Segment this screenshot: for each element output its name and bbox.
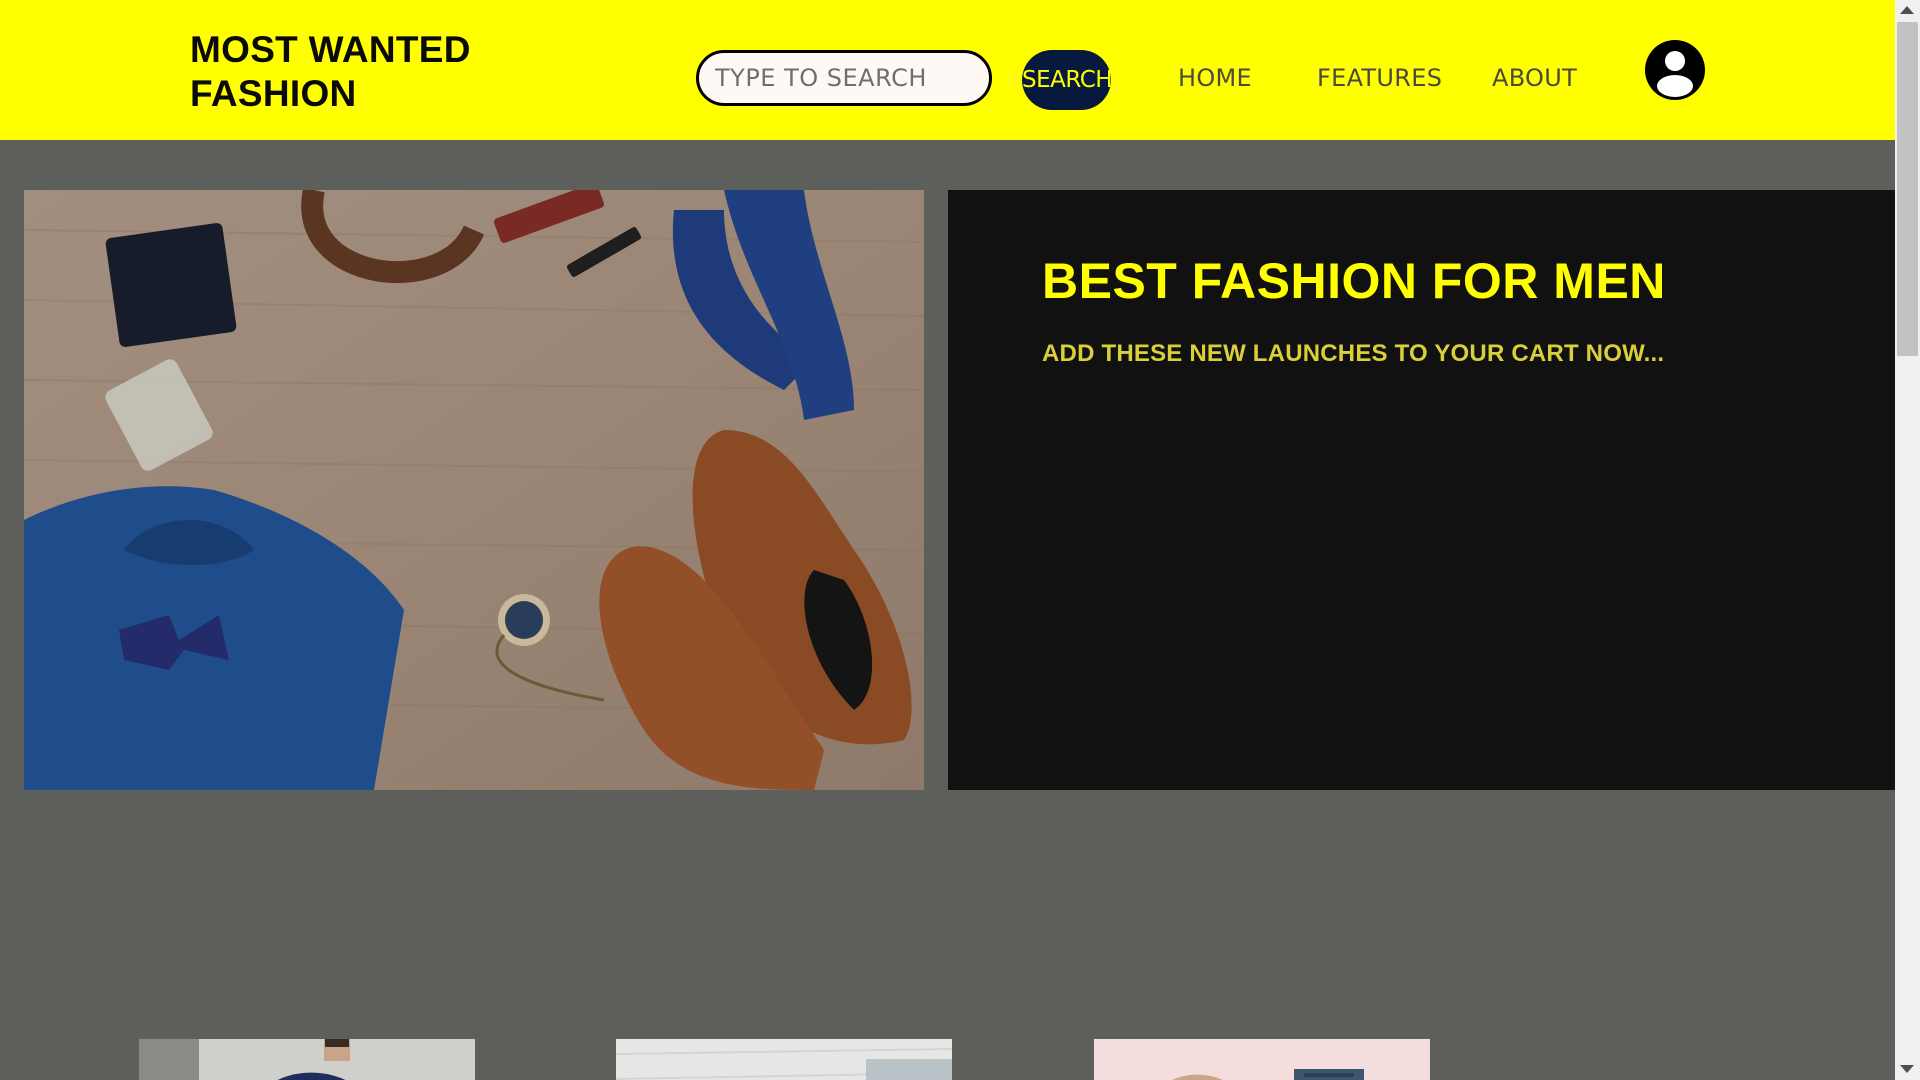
product-card-image[interactable]	[1094, 1039, 1430, 1080]
search-input[interactable]	[696, 50, 992, 106]
brand-logo[interactable]: MOST WANTED FASHION	[190, 28, 471, 116]
product-card-image[interactable]	[139, 1039, 475, 1080]
nav-about-link[interactable]: ABOUT	[1492, 64, 1577, 92]
hero-photo-illustration	[24, 190, 924, 790]
scrollbar-thumb[interactable]	[1897, 22, 1918, 356]
scroll-down-arrow-icon[interactable]	[1900, 1065, 1914, 1073]
nav-features-link[interactable]: FEATURES	[1317, 64, 1442, 92]
hero-image	[24, 190, 924, 790]
nav-home-link[interactable]: HOME	[1178, 64, 1252, 92]
hero-title: BEST FASHION FOR MEN	[1042, 253, 1666, 309]
scroll-up-arrow-icon[interactable]	[1900, 6, 1914, 14]
product-photo-3	[1094, 1039, 1430, 1080]
vertical-scrollbar[interactable]	[1895, 0, 1920, 1080]
brand-line-1: MOST WANTED	[190, 29, 471, 70]
search-button[interactable]: SEARCH	[1022, 50, 1113, 110]
site-header: MOST WANTED FASHION SEARCH HOME FEATURES…	[0, 0, 1895, 140]
user-account-icon[interactable]	[1645, 40, 1705, 100]
brand-line-2: FASHION	[190, 73, 357, 114]
product-photo-2	[616, 1039, 952, 1080]
page: MOST WANTED FASHION SEARCH HOME FEATURES…	[0, 0, 1895, 1080]
hero-text-panel: BEST FASHION FOR MEN ADD THESE NEW LAUNC…	[948, 190, 1895, 790]
hero-subtitle: ADD THESE NEW LAUNCHES TO YOUR CART NOW.…	[1042, 340, 1665, 367]
product-card-image[interactable]	[616, 1039, 952, 1080]
product-photo-1	[139, 1039, 475, 1080]
